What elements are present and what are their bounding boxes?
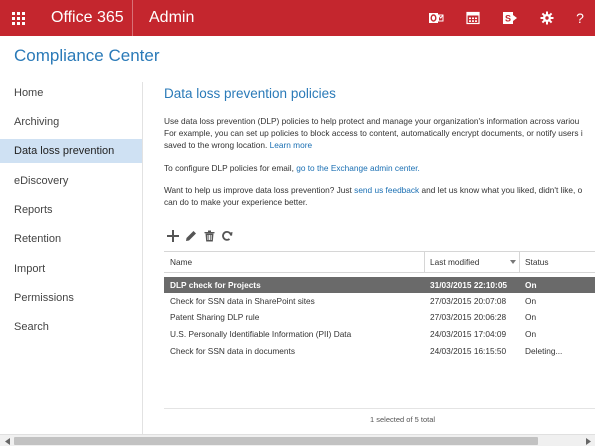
add-policy-button[interactable] [166, 229, 180, 243]
nav-import[interactable]: Import [0, 257, 143, 281]
nav-archiving[interactable]: Archiving [0, 110, 143, 134]
intro-line-3: saved to the wrong location. Learn more [164, 139, 312, 151]
feedback-line-1: Want to help us improve data loss preven… [164, 184, 582, 196]
policy-status: On [525, 329, 537, 339]
help-button[interactable]: ? [565, 0, 595, 36]
policy-name: Patent Sharing DLP rule [170, 312, 260, 322]
chevron-left-icon [4, 438, 10, 445]
nav-home[interactable]: Home [0, 81, 143, 105]
app-launcher-button[interactable] [0, 0, 36, 36]
table-header: Name Last modified Status [164, 252, 595, 273]
delete-icon [204, 230, 214, 242]
scrollbar-thumb[interactable] [14, 437, 538, 445]
calendar-button[interactable] [454, 0, 491, 36]
sharepoint-button[interactable]: S [491, 0, 528, 36]
column-name-header[interactable]: Name [170, 252, 192, 273]
nav-search[interactable]: Search [0, 315, 143, 339]
refresh-icon [222, 231, 233, 241]
outlook-icon [428, 13, 443, 23]
intro-line-3-text: saved to the wrong location. [164, 140, 268, 150]
policy-name: DLP check for Projects [170, 280, 261, 290]
nav-reports[interactable]: Reports [0, 198, 143, 222]
policies-table: Name Last modified Status DLP check for … [164, 251, 595, 434]
policy-status: On [525, 280, 537, 290]
suite-header: Office 365 Admin S ? [0, 0, 595, 36]
nav-ediscovery[interactable]: eDiscovery [0, 169, 143, 193]
exchange-admin-link[interactable]: go to the Exchange admin center. [296, 163, 420, 173]
policy-toolbar [166, 229, 238, 243]
feedback-prefix: Want to help us improve data loss preven… [164, 185, 352, 195]
add-icon [167, 230, 179, 242]
last-modified: 27/03/2015 20:06:28 [430, 312, 507, 322]
policy-name: Check for SSN data in documents [170, 346, 295, 356]
table-row[interactable]: DLP check for Projects 31/03/2015 22:10:… [164, 277, 595, 293]
feedback-line-2: can do to make your experience better. [164, 197, 308, 207]
outlook-button[interactable] [417, 0, 454, 36]
table-footer-divider [164, 408, 595, 409]
table-row[interactable]: Patent Sharing DLP rule 27/03/2015 20:06… [164, 309, 595, 325]
horizontal-scrollbar[interactable] [0, 434, 595, 446]
help-icon: ? [576, 11, 584, 25]
learn-more-link[interactable]: Learn more [270, 140, 312, 150]
section-title: Data loss prevention policies [164, 86, 336, 101]
sort-descending-icon[interactable] [510, 260, 516, 264]
edit-icon [186, 231, 196, 241]
last-modified: 27/03/2015 20:07:08 [430, 296, 507, 306]
selection-count: 1 selected of 5 total [370, 415, 436, 424]
refresh-button[interactable] [220, 229, 234, 243]
policy-status: Deleting... [525, 346, 563, 356]
product-name[interactable]: Office 365 [51, 8, 124, 28]
nav-divider [142, 82, 143, 434]
delete-policy-button[interactable] [202, 229, 216, 243]
nav-data-loss-prevention[interactable]: Data loss prevention [0, 139, 143, 163]
calendar-icon [465, 11, 480, 25]
table-row[interactable]: Check for SSN data in SharePoint sites 2… [164, 293, 595, 309]
chevron-right-icon [585, 438, 591, 445]
column-separator [519, 252, 520, 273]
header-icons: S ? [417, 0, 595, 36]
settings-gear-icon [540, 11, 553, 25]
policy-name: U.S. Personally Identifiable Information… [170, 329, 352, 339]
sharepoint-icon: S [502, 12, 517, 24]
column-separator [424, 252, 425, 273]
page-title: Compliance Center [14, 46, 160, 65]
intro-line-1: Use data loss prevention (DLP) policies … [164, 116, 580, 126]
email-config-prefix: To configure DLP policies for email, [164, 163, 294, 173]
policy-name: Check for SSN data in SharePoint sites [170, 296, 315, 306]
edit-policy-button[interactable] [184, 229, 198, 243]
last-modified: 24/03/2015 16:15:50 [430, 346, 507, 356]
svg-text:?: ? [576, 11, 584, 25]
scroll-right-button[interactable] [582, 437, 594, 446]
policy-status: On [525, 296, 537, 306]
policy-status: On [525, 312, 537, 322]
svg-text:S: S [504, 14, 510, 24]
email-config-text: To configure DLP policies for email, go … [164, 162, 420, 174]
scroll-left-button[interactable] [1, 437, 13, 446]
last-modified: 31/03/2015 22:10:05 [430, 280, 508, 290]
table-row[interactable]: U.S. Personally Identifiable Information… [164, 326, 595, 342]
section-name[interactable]: Admin [149, 8, 194, 28]
table-row[interactable]: Check for SSN data in documents 24/03/20… [164, 343, 595, 359]
header-divider [132, 0, 133, 36]
nav-retention[interactable]: Retention [0, 227, 143, 251]
column-status-header[interactable]: Status [525, 252, 549, 273]
feedback-suffix: and let us know what you liked, didn't l… [421, 185, 583, 195]
nav-permissions[interactable]: Permissions [0, 286, 143, 310]
send-feedback-link[interactable]: send us feedback [354, 185, 419, 195]
last-modified: 24/03/2015 17:04:09 [430, 329, 507, 339]
app-launcher-icon [11, 11, 25, 25]
intro-line-2: For example, you can set up policies to … [164, 128, 583, 138]
settings-button[interactable] [528, 0, 565, 36]
column-last-modified-header[interactable]: Last modified [430, 252, 479, 273]
